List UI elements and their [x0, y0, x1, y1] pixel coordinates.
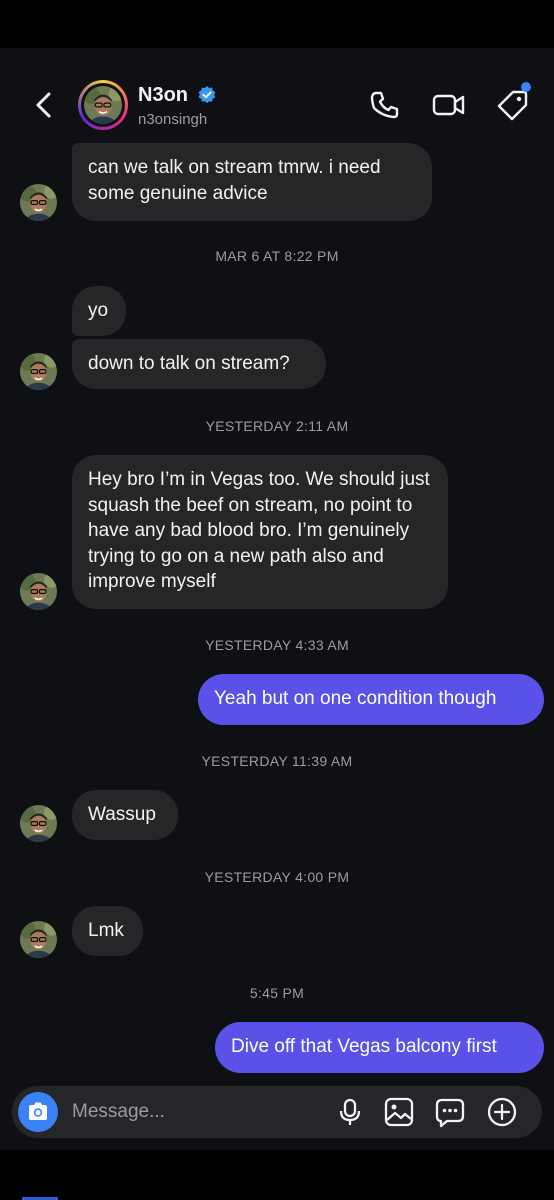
- microphone-icon[interactable]: [334, 1096, 366, 1128]
- message-bubble-incoming[interactable]: yo: [72, 286, 126, 336]
- sticker-chat-icon[interactable]: [434, 1096, 466, 1128]
- back-arrow-icon[interactable]: [30, 90, 60, 120]
- sender-avatar: [20, 805, 57, 842]
- status-bar-area: [0, 0, 554, 48]
- timestamp: YESTERDAY 4:00 PM: [204, 869, 350, 885]
- message-bubble-outgoing[interactable]: Dive off that Vegas balcony first: [215, 1022, 544, 1073]
- timestamp: YESTERDAY 2:11 AM: [205, 418, 349, 434]
- sender-avatar: [20, 921, 57, 958]
- contact-handle: n3onsingh: [138, 111, 208, 128]
- message-bubble-incoming[interactable]: down to talk on stream?: [72, 339, 326, 389]
- message-bubble-incoming[interactable]: can we talk on stream tmrw. i need some …: [72, 143, 432, 221]
- avatar-photo: [84, 86, 122, 124]
- chat-header: N3on n3onsingh: [0, 48, 554, 144]
- video-camera-icon[interactable]: [432, 88, 466, 122]
- message-composer: Message...: [12, 1086, 542, 1138]
- message-input[interactable]: Message...: [72, 1101, 165, 1123]
- notification-dot: [521, 82, 531, 92]
- contact-name[interactable]: N3on: [138, 84, 188, 107]
- plus-circle-icon[interactable]: [486, 1096, 518, 1128]
- sender-avatar: [20, 353, 57, 390]
- message-bubble-incoming[interactable]: Wassup: [72, 790, 178, 840]
- sender-avatar: [20, 184, 57, 221]
- camera-icon: [29, 1102, 47, 1120]
- system-navigation-area: [0, 1150, 554, 1200]
- camera-button[interactable]: [18, 1092, 58, 1132]
- message-bubble-incoming[interactable]: Lmk: [72, 906, 143, 956]
- verified-badge-icon: [198, 86, 216, 104]
- gallery-icon[interactable]: [383, 1096, 415, 1128]
- phone-icon[interactable]: [368, 88, 402, 122]
- tag-icon[interactable]: [496, 88, 530, 122]
- profile-avatar[interactable]: [78, 80, 128, 130]
- timestamp: YESTERDAY 4:33 AM: [205, 637, 349, 653]
- timestamp: 5:45 PM: [249, 985, 305, 1001]
- sender-avatar: [20, 573, 57, 610]
- timestamp: YESTERDAY 11:39 AM: [201, 753, 353, 769]
- message-bubble-incoming[interactable]: Hey bro I’m in Vegas too. We should just…: [72, 455, 448, 609]
- timestamp: MAR 6 AT 8:22 PM: [215, 248, 339, 264]
- message-bubble-outgoing[interactable]: Yeah but on one condition though: [198, 674, 544, 725]
